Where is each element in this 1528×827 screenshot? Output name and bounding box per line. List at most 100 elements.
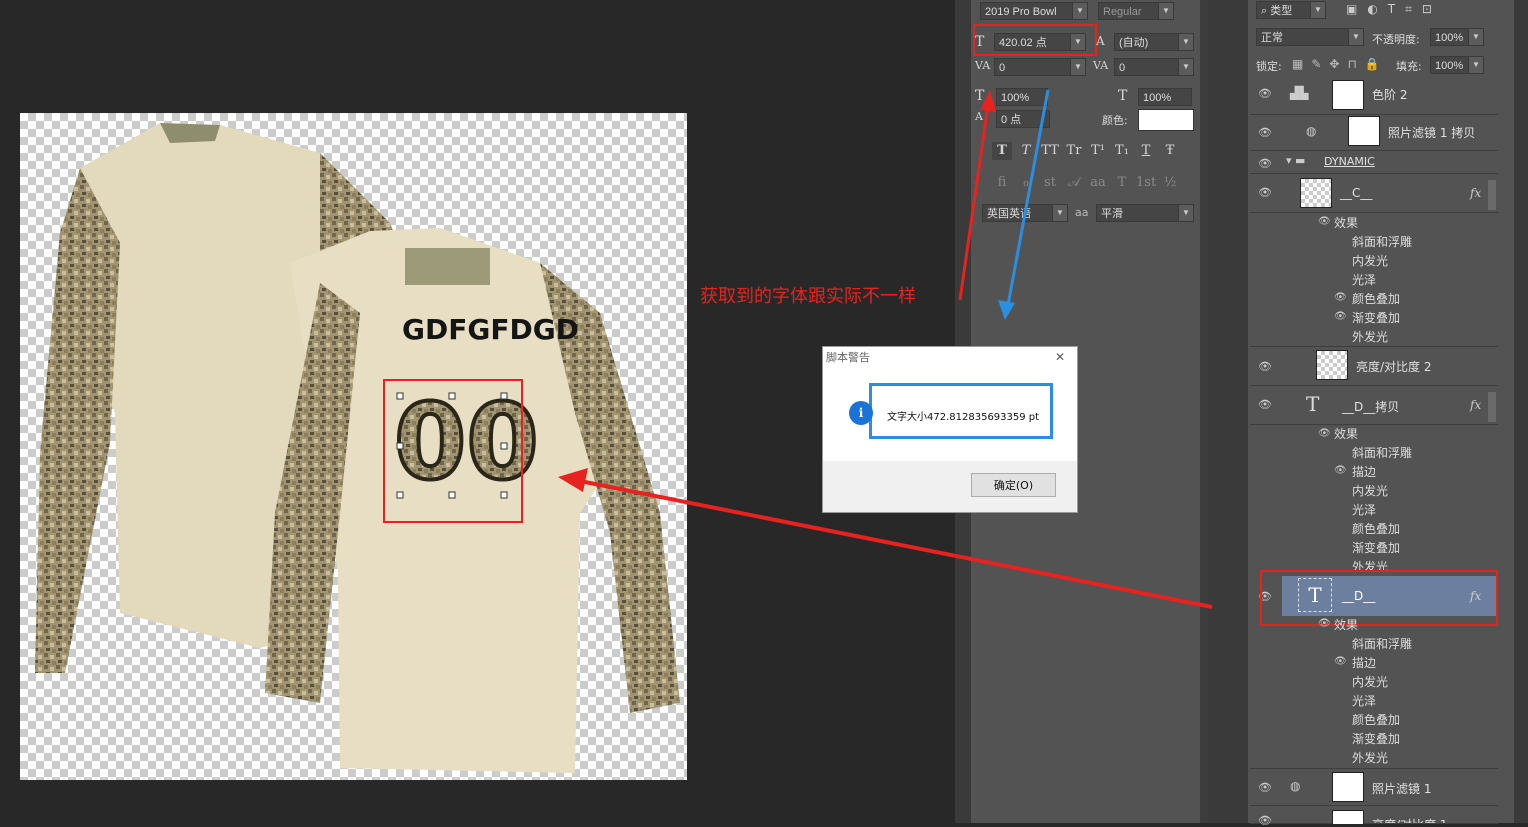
- effect-item[interactable]: 颜色叠加: [1352, 711, 1400, 728]
- blend-mode-select[interactable]: 正常 ▼: [1256, 28, 1364, 46]
- tracking-field[interactable]: 0 ▼: [1114, 58, 1194, 76]
- folder-icon: ▾ ▬: [1286, 154, 1306, 167]
- effects-label: 效果: [1334, 216, 1359, 230]
- eye-icon[interactable]: 👁: [1258, 157, 1272, 170]
- chevron-down-icon: ▼: [1310, 2, 1325, 18]
- document-canvas[interactable]: GDFGFDGD 00: [20, 113, 687, 780]
- discretionary-ligature-button[interactable]: st: [1040, 174, 1060, 192]
- ligature-button[interactable]: fi: [992, 174, 1012, 192]
- eye-icon[interactable]: 👁: [1334, 311, 1347, 322]
- effect-item[interactable]: 内发光: [1352, 482, 1388, 499]
- subscript-button[interactable]: T₁: [1112, 142, 1132, 160]
- search-icon: ⌕: [1261, 5, 1271, 17]
- highlight-box-number: [383, 379, 523, 523]
- faux-bold-button[interactable]: T: [992, 142, 1012, 160]
- jersey-name-text: GDFGFDGD: [402, 313, 579, 346]
- chevron-down-icon: ▼: [1158, 3, 1173, 19]
- fx-icon[interactable]: fx: [1470, 186, 1481, 200]
- eye-icon[interactable]: 👁: [1258, 781, 1272, 794]
- faux-italic-button[interactable]: T: [1016, 142, 1036, 160]
- effect-item[interactable]: 外发光: [1352, 558, 1388, 570]
- stylistic-alt-button[interactable]: aa: [1088, 174, 1108, 192]
- effect-item[interactable]: 内发光: [1352, 252, 1388, 269]
- jersey-artwork: GDFGFDGD 00: [35, 123, 680, 773]
- layer-filter-select[interactable]: ⌕ 类型 ▼: [1256, 1, 1326, 19]
- layers-scrollbar[interactable]: [1488, 180, 1496, 210]
- eye-icon[interactable]: 👁: [1258, 87, 1272, 100]
- chevron-down-icon: ▼: [1178, 59, 1193, 75]
- effect-item[interactable]: 斜面和浮雕: [1352, 233, 1412, 250]
- effect-item[interactable]: 内发光: [1352, 673, 1388, 690]
- effect-item[interactable]: 光泽: [1352, 271, 1376, 288]
- eye-icon[interactable]: 👁: [1258, 360, 1272, 373]
- baseline-shift-field[interactable]: 0 点: [996, 110, 1050, 128]
- highlight-box-layer: [1260, 570, 1498, 626]
- eye-icon[interactable]: 👁: [1318, 618, 1331, 629]
- chevron-down-icon: ▼: [1348, 29, 1363, 45]
- eye-icon[interactable]: 👁: [1334, 656, 1347, 667]
- eye-icon[interactable]: 👁: [1334, 292, 1347, 303]
- vertical-scale-icon: T: [975, 88, 985, 104]
- font-family-select[interactable]: 2019 Pro Bowl ▼: [980, 2, 1088, 20]
- layer-name: DYNAMIC: [1324, 155, 1375, 168]
- layer-thumbnail: [1348, 116, 1380, 146]
- effect-item[interactable]: 渐变叠加: [1352, 309, 1400, 326]
- layer-name: 亮度/对比度 2: [1356, 360, 1432, 374]
- all-caps-button[interactable]: TT: [1040, 142, 1060, 160]
- effect-item[interactable]: 描边: [1352, 463, 1376, 480]
- effect-item[interactable]: 颜色叠加: [1352, 520, 1400, 537]
- annotation-note: 获取到的字体跟实际不一样: [700, 286, 916, 307]
- font-style-select[interactable]: Regular ▼: [1098, 2, 1174, 20]
- horizontal-scale-icon: T: [1118, 88, 1128, 104]
- info-icon: i: [849, 401, 873, 425]
- swash-button[interactable]: 𝒜: [1064, 174, 1084, 192]
- effect-item[interactable]: 颜色叠加: [1352, 290, 1400, 307]
- eye-icon[interactable]: 👁: [1258, 398, 1272, 411]
- small-caps-button[interactable]: Tr: [1064, 142, 1084, 160]
- layer-thumbnail: [1316, 350, 1348, 380]
- levels-icon: ▟▙: [1290, 86, 1309, 100]
- fill-field[interactable]: 100% ▼: [1430, 56, 1484, 74]
- effect-item[interactable]: 外发光: [1352, 749, 1388, 766]
- leading-field[interactable]: (自动) ▼: [1114, 33, 1194, 51]
- eye-icon[interactable]: 👁: [1318, 216, 1331, 227]
- opacity-label: 不透明度:: [1372, 33, 1420, 46]
- strikethrough-button[interactable]: Ŧ: [1160, 142, 1180, 160]
- contextual-alt-button[interactable]: ℴ: [1016, 174, 1036, 192]
- effect-item[interactable]: 描边: [1352, 654, 1376, 671]
- underline-button[interactable]: T: [1136, 142, 1156, 160]
- adjustment-icon: ◍: [1290, 779, 1301, 793]
- layers-scrollbar[interactable]: [1488, 392, 1496, 422]
- eye-icon[interactable]: 👁: [1318, 428, 1331, 439]
- fx-icon[interactable]: fx: [1470, 398, 1481, 412]
- effect-item[interactable]: 外发光: [1352, 328, 1388, 345]
- eye-icon[interactable]: 👁: [1258, 186, 1272, 199]
- superscript-button[interactable]: T¹: [1088, 142, 1108, 160]
- close-icon[interactable]: ✕: [1055, 350, 1065, 364]
- fractions-button[interactable]: ½: [1160, 174, 1180, 192]
- lock-label: 锁定:: [1256, 60, 1282, 73]
- vertical-scale-field[interactable]: 100%: [996, 88, 1048, 106]
- layer-name: 色阶 2: [1372, 88, 1408, 102]
- effect-item[interactable]: 斜面和浮雕: [1352, 635, 1412, 652]
- eye-icon[interactable]: 👁: [1334, 465, 1347, 476]
- effect-item[interactable]: 渐变叠加: [1352, 539, 1400, 556]
- kerning-field[interactable]: 0 ▼: [994, 58, 1086, 76]
- ordinals-button[interactable]: 1st: [1136, 174, 1156, 192]
- ok-button[interactable]: 确定(O): [971, 473, 1056, 497]
- horizontal-scale-field[interactable]: 100%: [1138, 88, 1192, 106]
- tracking-icon: VA: [1093, 59, 1109, 72]
- effect-item[interactable]: 渐变叠加: [1352, 730, 1400, 747]
- eye-icon[interactable]: 👁: [1258, 126, 1272, 139]
- leading-icon: A: [1096, 34, 1105, 48]
- layer-row-c[interactable]: [1250, 174, 1498, 213]
- layer-name: 照片滤镜 1 拷贝: [1388, 126, 1476, 140]
- antialias-select[interactable]: 平滑 ▼: [1096, 204, 1194, 222]
- effect-item[interactable]: 斜面和浮雕: [1352, 444, 1412, 461]
- text-color-swatch[interactable]: [1138, 109, 1194, 131]
- effect-item[interactable]: 光泽: [1352, 501, 1376, 518]
- effect-item[interactable]: 光泽: [1352, 692, 1376, 709]
- language-select[interactable]: 英国英语 ▼: [982, 204, 1068, 222]
- opacity-field[interactable]: 100% ▼: [1430, 28, 1484, 46]
- titling-alt-button[interactable]: T: [1112, 174, 1132, 192]
